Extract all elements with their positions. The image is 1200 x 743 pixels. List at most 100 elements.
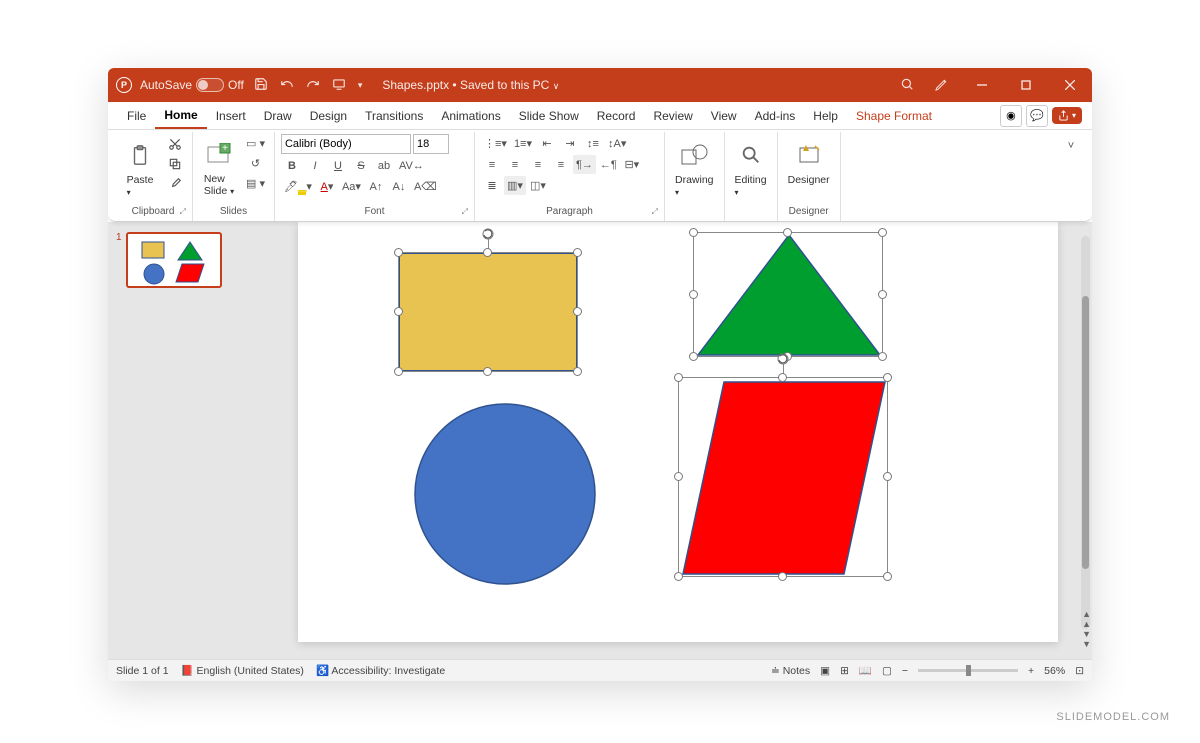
align-right-button[interactable]: ≡	[527, 155, 549, 174]
zoom-in-button[interactable]: +	[1028, 665, 1034, 677]
tab-addins[interactable]: Add-ins	[746, 102, 805, 129]
columns-button[interactable]: ▥▾	[504, 176, 526, 195]
tab-animations[interactable]: Animations	[432, 102, 509, 129]
vertical-scrollbar[interactable]	[1081, 236, 1090, 629]
text-direction-button[interactable]: ↕A▾	[605, 134, 629, 153]
qat-more-icon[interactable]: ▾	[356, 80, 365, 91]
reset-button[interactable]: ↺	[243, 154, 268, 173]
align-text-button[interactable]: ⊟▾	[621, 155, 643, 174]
save-icon[interactable]	[252, 77, 270, 94]
close-button[interactable]	[1056, 75, 1084, 95]
format-painter-button[interactable]	[164, 174, 186, 193]
ltr-button[interactable]: ¶→	[573, 155, 596, 174]
tab-record[interactable]: Record	[588, 102, 645, 129]
italic-button[interactable]: I	[304, 156, 326, 175]
underline-button[interactable]: U	[327, 156, 349, 175]
bold-button[interactable]: B	[281, 156, 303, 175]
tab-help[interactable]: Help	[804, 102, 847, 129]
slide[interactable]	[298, 222, 1058, 642]
tab-transitions[interactable]: Transitions	[356, 102, 432, 129]
decrease-font-button[interactable]: A↓	[388, 177, 410, 196]
circle-shape[interactable]	[413, 402, 598, 587]
language-button[interactable]: 📕 English (United States)	[181, 664, 304, 677]
layout-button[interactable]: ▭ ▾	[243, 134, 268, 153]
slide-sorter-button[interactable]: ⊞	[840, 665, 849, 677]
font-size-select[interactable]	[413, 134, 449, 154]
tab-draw[interactable]: Draw	[255, 102, 301, 129]
increase-font-button[interactable]: A↑	[365, 177, 387, 196]
bullets-button[interactable]: ⋮≡▾	[481, 134, 510, 153]
fit-to-window-button[interactable]: ⊡	[1075, 665, 1084, 677]
zoom-slider[interactable]	[918, 669, 1018, 672]
font-launcher[interactable]: ⤢	[462, 207, 468, 217]
camera-button[interactable]: ◉	[1000, 105, 1022, 127]
minimize-button[interactable]	[968, 75, 996, 95]
section-button[interactable]: ▤ ▾	[243, 174, 268, 193]
zoom-level[interactable]: 56%	[1044, 665, 1065, 677]
editing-button[interactable]: Editing▾	[731, 134, 771, 200]
redo-icon[interactable]	[304, 77, 322, 94]
clipboard-launcher[interactable]: ⤢	[180, 207, 186, 217]
designer-button[interactable]: Designer	[784, 134, 834, 188]
char-spacing-button[interactable]: AV↔	[396, 156, 427, 175]
decrease-indent-button[interactable]: ⇤	[536, 134, 558, 153]
align-left-button[interactable]: ≡	[481, 155, 503, 174]
tab-home[interactable]: Home	[155, 102, 206, 129]
rotation-handle-icon[interactable]	[776, 352, 790, 366]
document-title: Shapes.pptx • Saved to this PC ∨	[382, 78, 559, 92]
rotation-handle-icon[interactable]	[481, 227, 495, 241]
shadow-button[interactable]: ab	[373, 156, 395, 175]
rectangle-shape[interactable]	[398, 252, 578, 372]
tab-slideshow[interactable]: Slide Show	[510, 102, 588, 129]
copy-button[interactable]	[164, 154, 186, 173]
align-center-button[interactable]: ≡	[504, 155, 526, 174]
font-name-select[interactable]	[281, 134, 411, 154]
tab-design[interactable]: Design	[301, 102, 356, 129]
start-from-beginning-icon[interactable]	[330, 77, 348, 94]
tab-shape-format[interactable]: Shape Format	[847, 102, 941, 129]
tab-review[interactable]: Review	[644, 102, 701, 129]
accessibility-button[interactable]: ♿ Accessibility: Investigate	[316, 664, 445, 677]
tab-insert[interactable]: Insert	[207, 102, 255, 129]
line-spacing-button[interactable]: ↕≡	[582, 134, 604, 153]
strikethrough-button[interactable]: S	[350, 156, 372, 175]
cut-button[interactable]	[164, 134, 186, 153]
slideshow-button[interactable]: ▢	[882, 665, 892, 677]
nav-arrows[interactable]: ▲▲▼▼	[1082, 609, 1091, 649]
normal-view-button[interactable]: ▣	[820, 665, 830, 677]
font-color-button[interactable]: A▾	[316, 177, 338, 196]
undo-icon[interactable]	[278, 77, 296, 94]
maximize-button[interactable]	[1012, 75, 1040, 95]
slide-thumbnail-1[interactable]	[126, 232, 222, 288]
reading-view-button[interactable]: 📖	[859, 664, 872, 677]
parallelogram-shape[interactable]	[678, 377, 888, 577]
justify-button[interactable]: ≡	[550, 155, 572, 174]
tab-view[interactable]: View	[702, 102, 746, 129]
rtl-button[interactable]: ←¶	[597, 155, 620, 174]
change-case-button[interactable]: Aa▾	[339, 177, 364, 196]
paragraph-launcher[interactable]: ⤢	[652, 207, 658, 217]
distribute-button[interactable]: ≣	[481, 176, 503, 195]
tab-file[interactable]: File	[118, 102, 155, 129]
new-slide-button[interactable]: + New Slide ▾	[199, 134, 239, 199]
share-button[interactable]: ▾	[1052, 107, 1082, 124]
paste-button[interactable]: Paste▾	[120, 134, 160, 200]
drawing-button[interactable]: Drawing▾	[671, 134, 718, 200]
ribbon: Paste▾ Clipboard⤢ + New Slide ▾ ▭ ▾ ↺	[108, 130, 1092, 222]
clear-formatting-button[interactable]: A⌫	[411, 177, 440, 196]
increase-indent-button[interactable]: ⇥	[559, 134, 581, 153]
smartart-button[interactable]: ◫▾	[527, 176, 549, 195]
triangle-shape[interactable]	[693, 232, 883, 357]
numbering-button[interactable]: 1≡▾	[511, 134, 535, 153]
comments-button[interactable]: 💬	[1026, 105, 1048, 127]
collapse-ribbon-button[interactable]: ˅	[1060, 136, 1082, 155]
slide-canvas-area[interactable]: ▲▲▼▼	[238, 222, 1092, 659]
watermark: SLIDEMODEL.COM	[1056, 711, 1170, 723]
notes-button[interactable]: ≐ Notes	[771, 665, 810, 677]
search-icon[interactable]	[898, 77, 916, 94]
zoom-out-button[interactable]: −	[902, 665, 908, 677]
autosave-toggle[interactable]: AutoSave Off	[140, 78, 244, 92]
svg-text:+: +	[222, 143, 228, 154]
highlight-button[interactable]: 🖊▁▾	[281, 177, 315, 196]
draw-mode-icon[interactable]	[932, 76, 952, 95]
